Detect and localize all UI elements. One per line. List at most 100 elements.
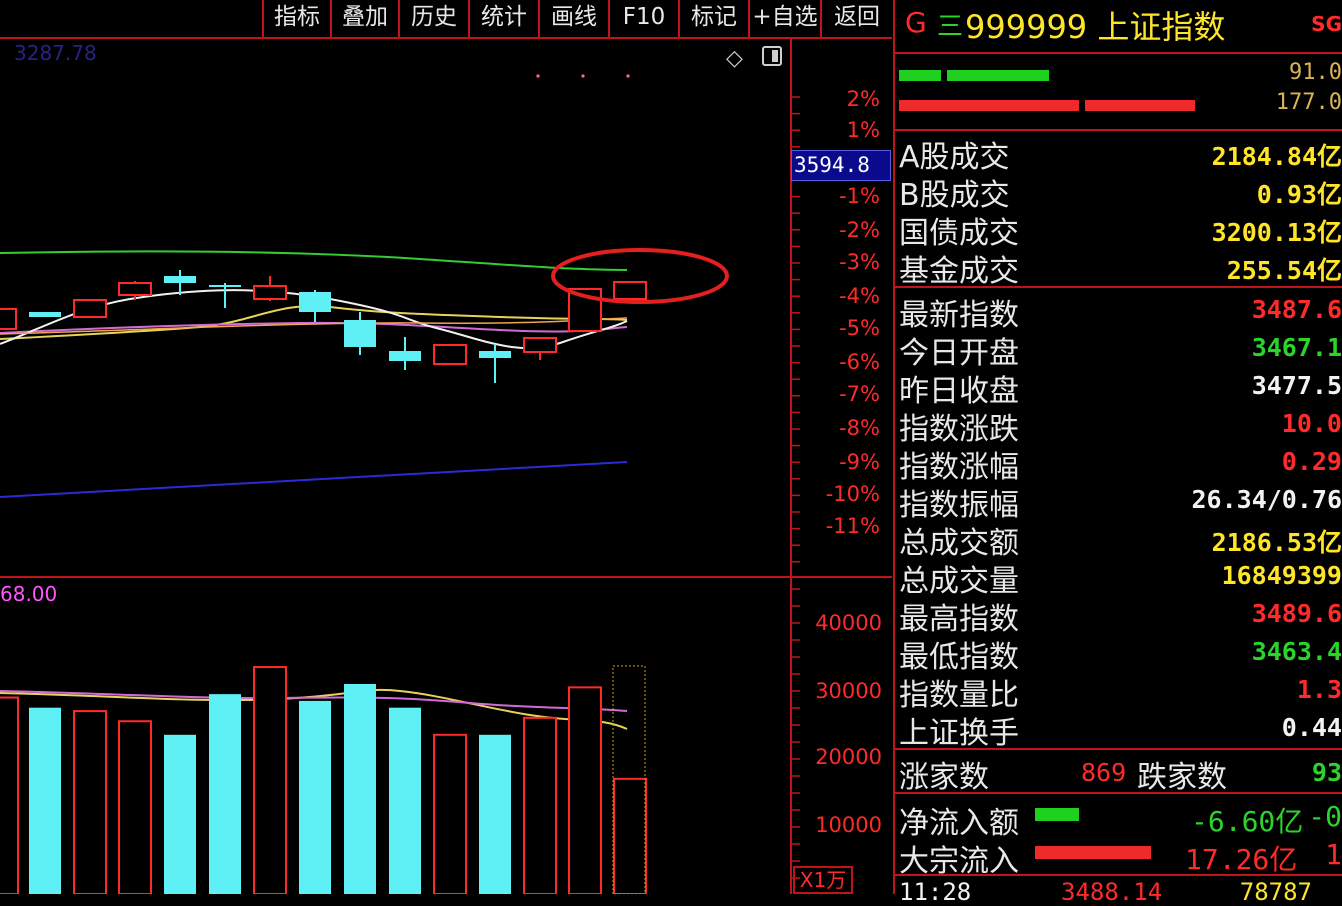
volume-bar xyxy=(433,733,467,894)
volume-axis-label: 10000 xyxy=(815,813,882,837)
window-toggle-icon-fill xyxy=(772,50,778,62)
stat-value: 0.93亿 xyxy=(1256,180,1342,209)
up-count-value: 869 xyxy=(1081,758,1127,787)
toolbar-draw-button[interactable]: 画线 xyxy=(538,0,608,37)
volume-ma-value: 68.00 xyxy=(0,582,58,606)
volume-bar xyxy=(73,710,107,894)
volume-bar xyxy=(344,683,376,894)
candle-body xyxy=(344,320,376,347)
index-code-name: 999999 上证指数 xyxy=(965,8,1226,46)
percent-label: -6% xyxy=(839,350,880,374)
candle-body xyxy=(209,285,241,287)
stat-value: 3467.1 xyxy=(1251,333,1342,362)
separator xyxy=(895,129,1342,131)
net-inflow-value: -6.60亿 xyxy=(1191,805,1304,838)
down-count-label: 跌家数 xyxy=(1137,760,1227,795)
volume-bar xyxy=(253,666,287,894)
down-count-value: 93 xyxy=(1311,758,1342,787)
stat-value: 26.34/0.76 xyxy=(1191,485,1342,514)
buy-bar-value: 91.0 xyxy=(1289,60,1342,85)
candle-body xyxy=(118,282,152,296)
separator xyxy=(895,874,1342,876)
stat-value: 1.3 xyxy=(1296,675,1342,704)
stat-value: 0.29 xyxy=(1281,447,1342,476)
panel-sg-tag: SG xyxy=(1311,12,1342,36)
toolbar-overlay-button[interactable]: 叠加 xyxy=(330,0,398,37)
candle-body xyxy=(73,299,107,318)
stat-value: 0.44 xyxy=(1281,713,1342,742)
volume-bar xyxy=(209,694,241,894)
toolbar-history-button[interactable]: 历史 xyxy=(398,0,468,37)
percent-label: -11% xyxy=(825,514,880,538)
percent-label: 1% xyxy=(846,118,880,142)
footer-value-2: 78787 xyxy=(1239,878,1312,906)
stat-value: 2186.53亿 xyxy=(1211,528,1342,557)
percent-label: -5% xyxy=(839,316,880,340)
block-inflow-value: 17.26亿 xyxy=(1185,843,1298,876)
footer-time: 11:28 xyxy=(899,878,972,906)
volume-bar xyxy=(29,707,61,894)
percent-label: -4% xyxy=(839,284,880,308)
sell-bar-2 xyxy=(1085,100,1195,111)
toolbar-indicator-button[interactable]: 指标 xyxy=(262,0,330,37)
candle-body xyxy=(389,351,421,361)
percent-label: 2% xyxy=(846,87,880,111)
volume-bar xyxy=(613,777,647,894)
toolbar-stats-button[interactable]: 统计 xyxy=(468,0,538,37)
percent-label: -1% xyxy=(839,184,880,208)
separator xyxy=(895,792,1342,794)
stat-value: 255.54亿 xyxy=(1226,256,1342,285)
chart-top-left-value: 3287.78 xyxy=(14,41,97,65)
candle-body xyxy=(29,312,61,317)
volume-axis-label: 30000 xyxy=(815,679,882,703)
stat-value: 3200.13亿 xyxy=(1211,218,1342,247)
candle-body xyxy=(523,337,557,353)
toolbar-f10-button[interactable]: F10 xyxy=(608,0,678,37)
volume-unit-label: X1万 xyxy=(793,866,853,894)
diamond-icon[interactable]: ◇ xyxy=(726,46,743,71)
volume-bar xyxy=(118,720,152,894)
kline-chart[interactable] xyxy=(0,39,892,894)
volume-bar xyxy=(0,696,19,894)
window-toggle-icon[interactable] xyxy=(762,46,782,66)
stat-value: 3487.6 xyxy=(1251,295,1342,324)
stat-value: 3463.4 xyxy=(1251,637,1342,666)
separator xyxy=(895,286,1342,288)
block-inflow-bar xyxy=(1035,846,1151,859)
percent-label: -3% xyxy=(839,250,880,274)
stat-value: 3477.5 xyxy=(1251,371,1342,400)
ma-blue-line xyxy=(0,461,628,498)
net-inflow-extra: -0 xyxy=(1308,800,1342,833)
candle-body xyxy=(299,292,331,312)
candle-body xyxy=(613,281,647,300)
candle-body xyxy=(433,344,467,365)
separator xyxy=(895,52,1342,54)
percent-label: -9% xyxy=(839,450,880,474)
toolbar-back-button[interactable]: 返回 xyxy=(820,0,892,37)
separator xyxy=(895,748,1342,750)
buy-bar-1 xyxy=(899,70,941,81)
percent-label: -7% xyxy=(839,382,880,406)
volume-bar xyxy=(568,686,602,894)
current-price-tag: 3594.8 xyxy=(791,150,891,181)
percent-label: -8% xyxy=(839,416,880,440)
volume-bar xyxy=(299,700,331,894)
toolbar-add-watchlist-button[interactable]: +自选 xyxy=(748,0,820,37)
ma-green-line xyxy=(0,250,628,271)
volume-axis-label: 20000 xyxy=(815,745,882,769)
footer-value-1: 3488.14 xyxy=(1061,878,1163,906)
stat-value: 3489.6 xyxy=(1251,599,1342,628)
candle-body xyxy=(479,351,511,358)
volume-bar xyxy=(389,707,421,894)
panel-g-label: G xyxy=(905,6,927,39)
stat-value: 16849399 xyxy=(1221,561,1342,590)
stat-value: 10.0 xyxy=(1281,409,1342,438)
percent-label: -2% xyxy=(839,218,880,242)
stat-value: 2184.84亿 xyxy=(1211,142,1342,171)
quote-info-panel: G 三 999999 上证指数 SG 91.0 177.0 A股成交 2184.8… xyxy=(893,0,1342,906)
net-inflow-bar xyxy=(1035,808,1079,821)
stat-label: 基金成交 xyxy=(899,254,1019,289)
toolbar-mark-button[interactable]: 标记 xyxy=(678,0,748,37)
menu-icon[interactable]: 三 xyxy=(937,6,963,43)
stat-label: 上证换手 xyxy=(899,716,1019,751)
